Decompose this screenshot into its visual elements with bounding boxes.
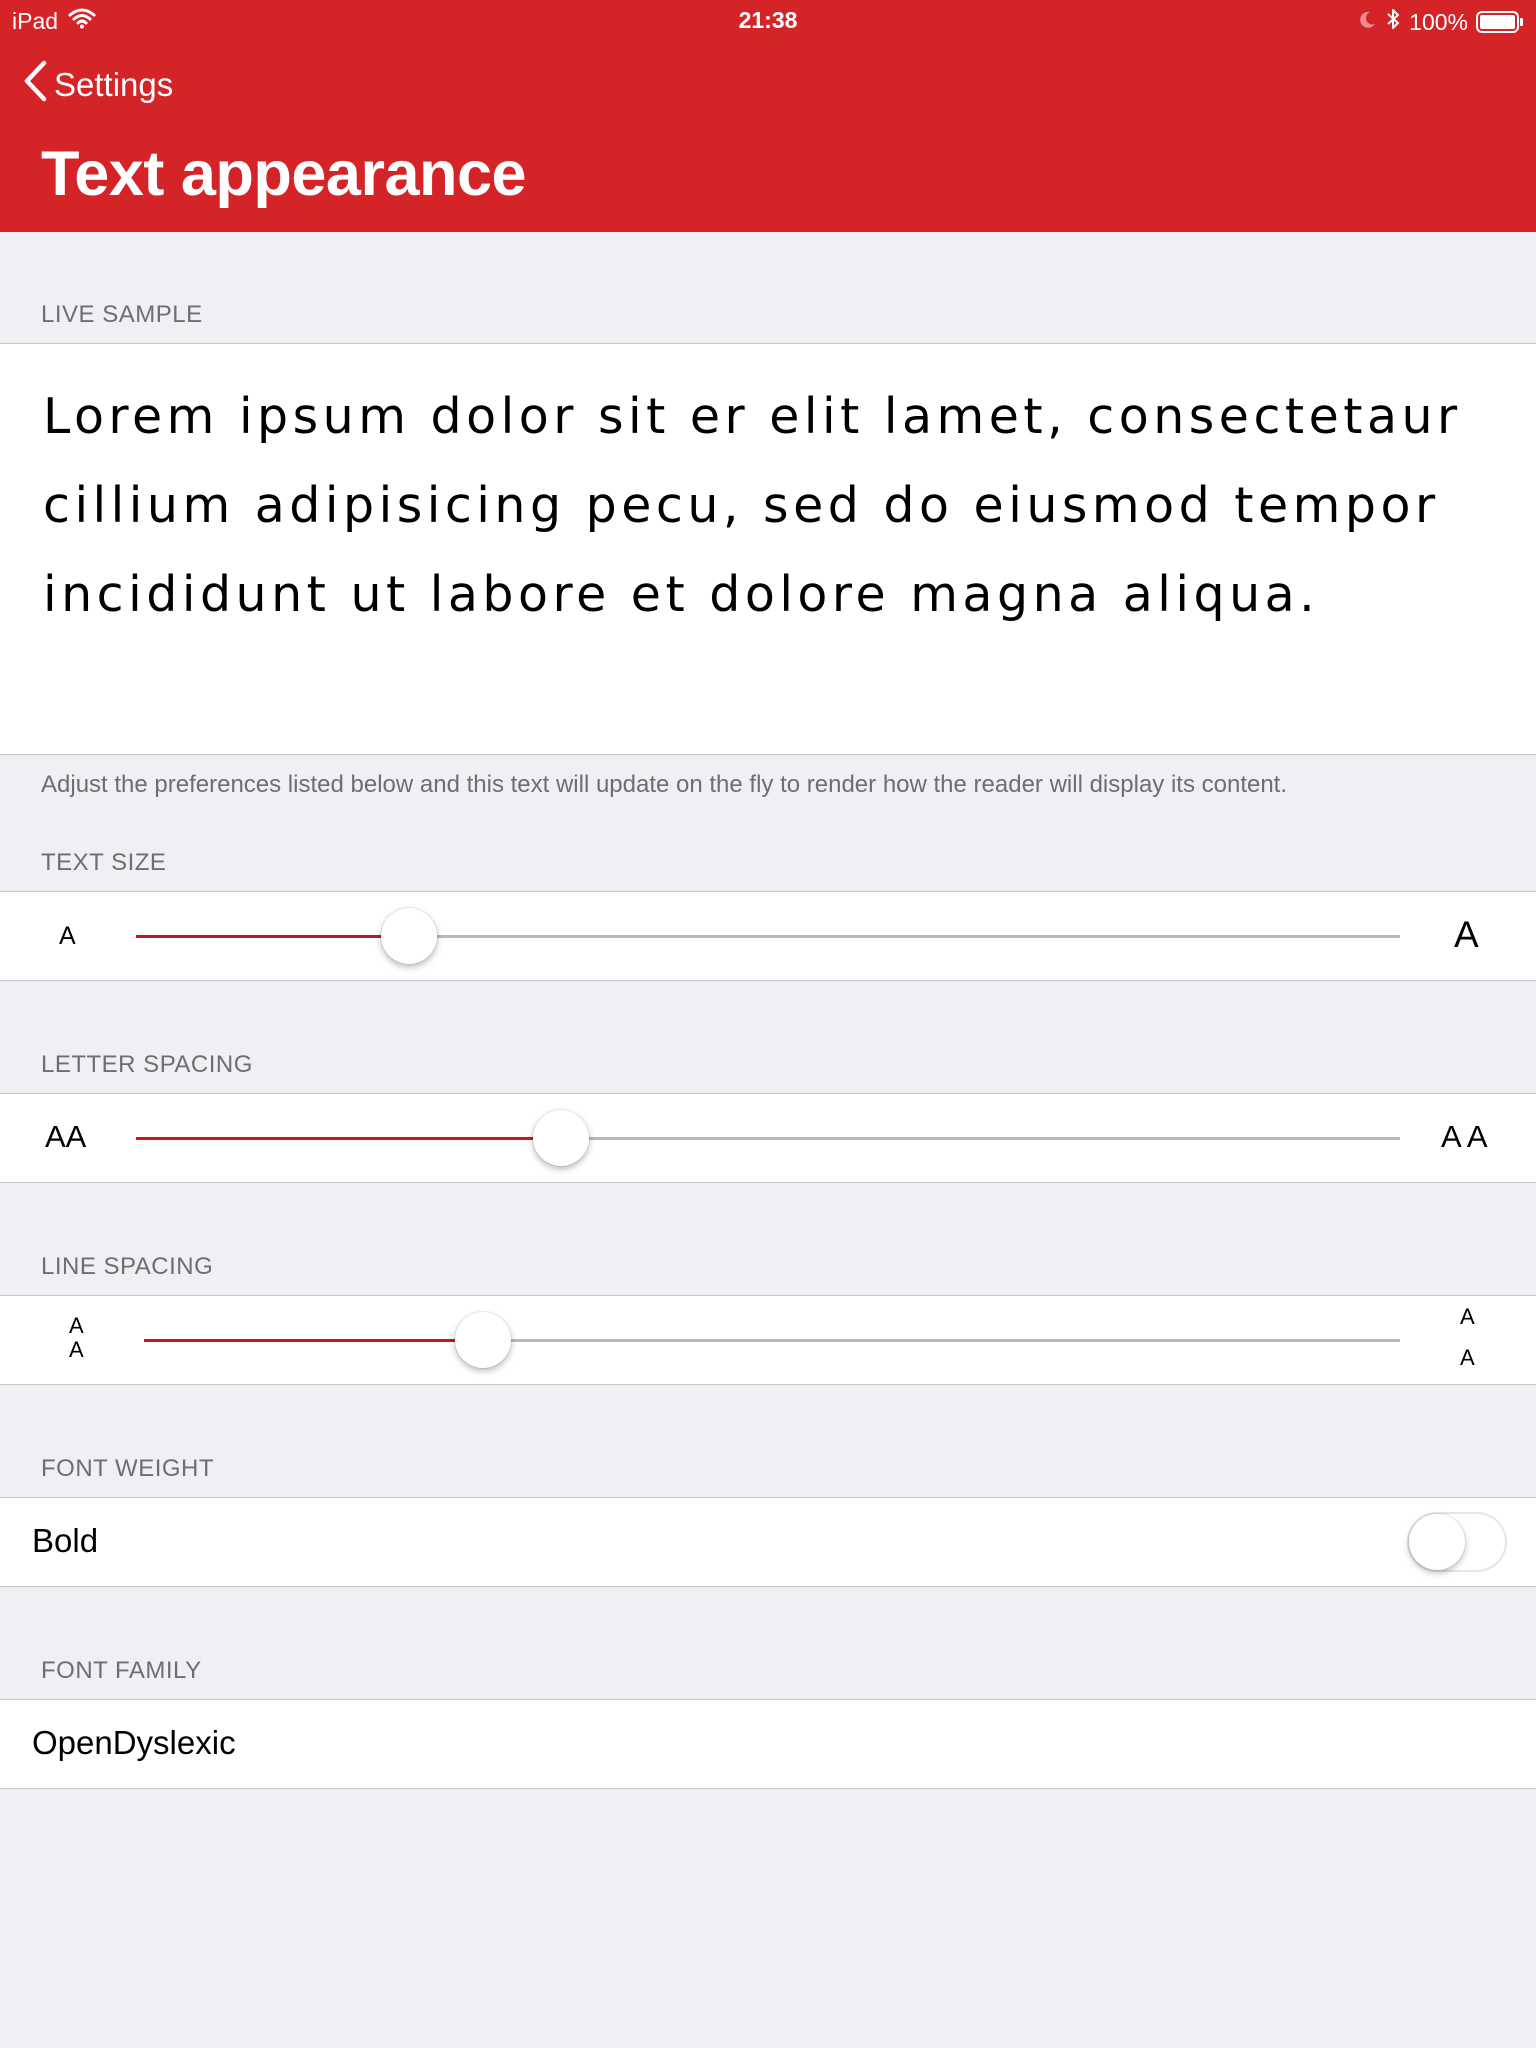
page-title: Text appearance [41,139,527,209]
toggle-knob [1409,1514,1465,1570]
slider-thumb[interactable] [381,908,438,964]
sample-text: Lorem ipsum dolor sit er elit lamet, con… [43,388,1462,623]
slider-thumb[interactable] [532,1110,589,1166]
line-spacing-wide-bottom: A [1460,1345,1475,1370]
line-spacing-tight-bottom: A [69,1337,84,1362]
moon-icon [1357,9,1377,36]
line-spacing-cell: A A A A [0,1295,1536,1385]
back-button[interactable]: Settings [22,60,173,110]
text-size-small-glyph: A [59,922,76,950]
slider-fill [144,1339,484,1342]
slider-fill [136,935,410,938]
battery-percent: 100% [1409,8,1468,35]
status-time: 21:38 [738,7,798,33]
chevron-left-icon [22,60,48,110]
line-spacing-wide-top: A [1460,1304,1475,1329]
status-bar: iPad 21:38 100% [0,0,1536,40]
live-sample-cell: Lorem ipsum dolor sit er elit lamet, con… [0,343,1536,755]
line-spacing-header: LINE SPACING [41,1253,214,1280]
slider-thumb[interactable] [455,1312,512,1368]
letter-spacing-wide-glyph: A A [1441,1119,1488,1154]
text-size-header: TEXT SIZE [41,849,167,876]
font-weight-cell: Bold [0,1497,1536,1587]
font-family-cell[interactable]: OpenDyslexic [0,1699,1536,1789]
letter-spacing-tight-glyph: AA [45,1119,87,1154]
bold-toggle[interactable] [1407,1512,1507,1572]
status-right: 100% [1357,7,1524,37]
letter-spacing-header: LETTER SPACING [41,1051,253,1078]
bold-label: Bold [32,1522,99,1559]
font-weight-header: FONT WEIGHT [41,1455,215,1482]
slider-fill [136,1137,561,1140]
font-family-value: OpenDyslexic [32,1724,236,1761]
text-size-large-glyph: A [1454,914,1479,955]
nav-header: iPad 21:38 100% Settings Text appearance [0,0,1536,232]
back-label: Settings [54,66,174,103]
font-family-header: FONT FAMILY [41,1657,202,1684]
live-sample-header: LIVE SAMPLE [41,301,203,328]
live-sample-footer: Adjust the preferences listed below and … [41,771,1288,798]
letter-spacing-cell: AA A A [0,1093,1536,1183]
text-size-cell: A A [0,891,1536,981]
line-spacing-tight-top: A [69,1313,84,1338]
battery-icon [1476,11,1524,33]
bluetooth-icon [1385,7,1401,37]
